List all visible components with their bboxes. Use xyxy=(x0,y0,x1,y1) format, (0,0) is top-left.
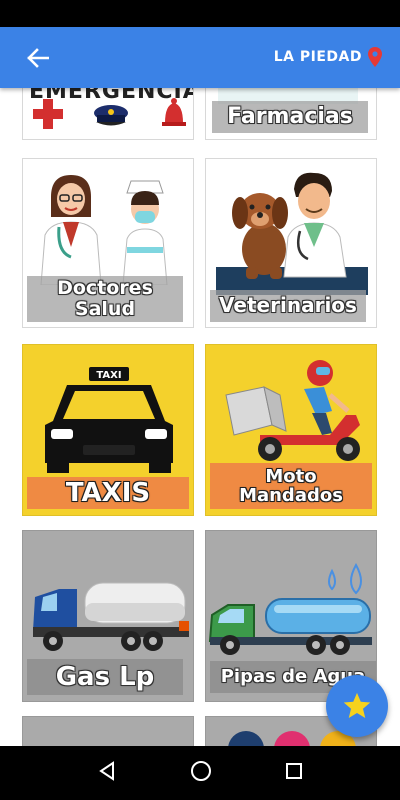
location-selector[interactable]: LA PIEDAD xyxy=(274,47,382,67)
water-truck-icon xyxy=(208,562,372,655)
tile-label: Moto Mandados xyxy=(210,463,372,509)
tile-taxis[interactable]: TAXI TAXIS xyxy=(22,344,194,516)
tile-label-line1: Moto xyxy=(265,465,317,487)
square-recents-icon xyxy=(286,763,303,779)
tile-label-line2: Salud xyxy=(74,298,136,320)
favorites-fab[interactable] xyxy=(326,675,388,737)
app-bar: LA PIEDAD xyxy=(0,27,400,88)
tile-emergencias[interactable]: EMERGENCIAS xyxy=(22,88,194,140)
tile-label-line1: Doctores xyxy=(57,277,153,300)
location-pin-icon xyxy=(368,47,382,67)
nav-recents-button[interactable] xyxy=(285,762,303,784)
tile-doctores[interactable]: Doctores Salud xyxy=(22,158,194,328)
police-cap-icon xyxy=(94,105,128,126)
taxi-sign-text: TAXI xyxy=(96,370,121,381)
arrow-left-icon xyxy=(27,48,49,68)
circle-home-icon xyxy=(190,761,211,781)
tile-gas-lp[interactable]: Gas Lp xyxy=(22,530,194,702)
nav-home-button[interactable] xyxy=(190,760,212,786)
tile-label: Doctores Salud xyxy=(27,276,183,322)
alarm-bell-icon xyxy=(162,98,186,126)
gas-truck-icon xyxy=(33,582,189,651)
status-bar xyxy=(0,0,400,27)
system-nav-bar xyxy=(0,746,400,800)
tile-farmacias[interactable]: Farmacias xyxy=(205,88,377,140)
tile-moto-mandados[interactable]: Moto Mandados xyxy=(205,344,377,516)
services-grid: EMERGENCIAS Farmacias xyxy=(0,88,400,746)
back-button[interactable] xyxy=(22,43,54,73)
tile-veterinarios[interactable]: Veterinarios xyxy=(205,158,377,328)
tile-next-left[interactable] xyxy=(22,716,194,746)
tile-label: Veterinarios xyxy=(210,290,366,322)
location-label: LA PIEDAD xyxy=(273,49,362,65)
doctors-illustration xyxy=(40,175,168,285)
nav-back-button[interactable] xyxy=(97,761,117,785)
delivery-scooter-icon xyxy=(225,360,360,461)
tile-label: Farmacias xyxy=(212,101,368,133)
triangle-back-icon xyxy=(98,761,114,781)
tile-label: Gas Lp xyxy=(27,659,183,695)
taxi-car-icon: TAXI xyxy=(45,367,173,473)
star-icon xyxy=(343,692,371,718)
veterinarian-illustration xyxy=(216,172,368,295)
tile-label: TAXIS xyxy=(27,477,189,509)
tile-label-line2: Mandados xyxy=(239,485,343,506)
red-cross-icon xyxy=(33,99,63,129)
